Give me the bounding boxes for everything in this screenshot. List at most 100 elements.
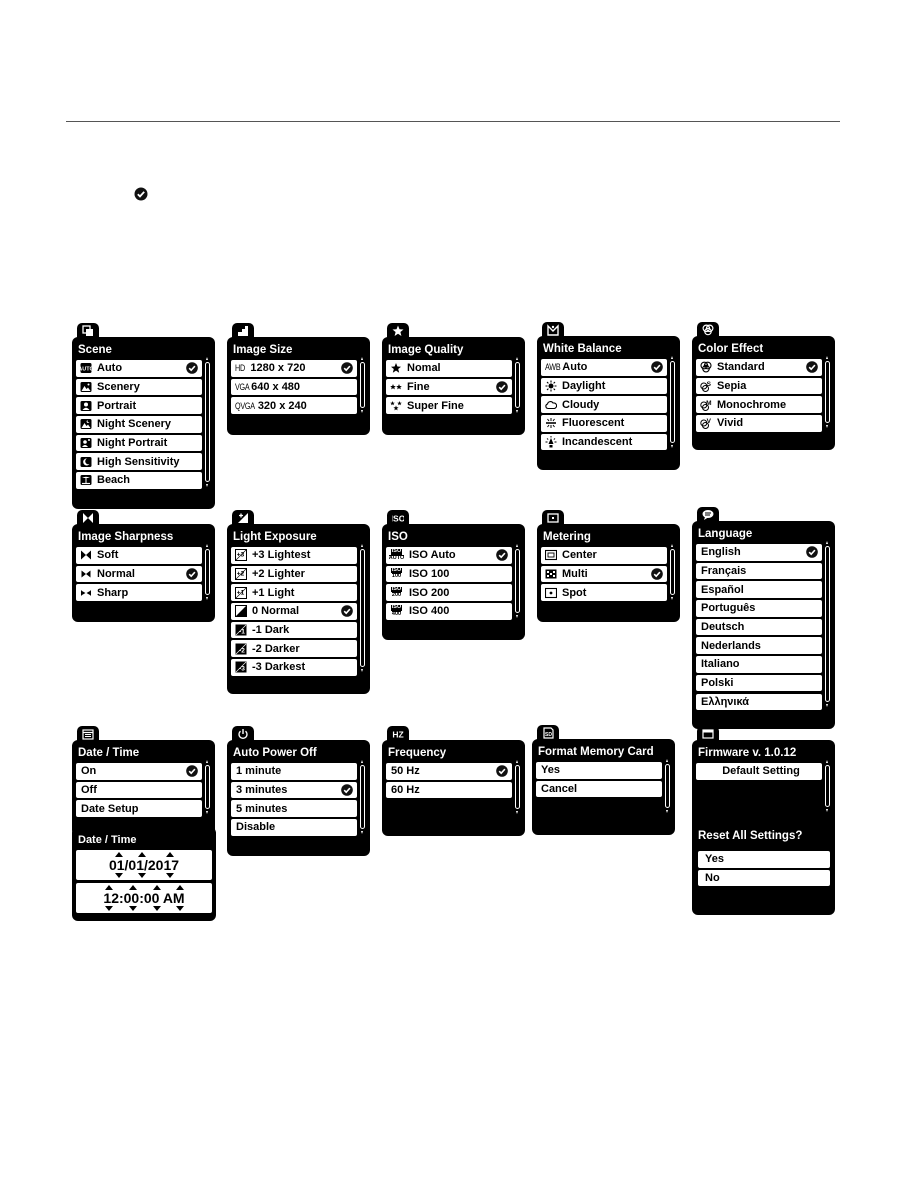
- scroll-up-arrow[interactable]: [516, 544, 518, 547]
- decrement-arrow[interactable]: [176, 906, 184, 911]
- menu-item[interactable]: Ελληνικά: [696, 693, 822, 710]
- menu-item[interactable]: +3 +3 Lightest: [231, 547, 357, 564]
- menu-item[interactable]: 1 minute: [231, 763, 357, 780]
- menu-item[interactable]: -3 -3 Darkest: [231, 659, 357, 676]
- scroll-down-arrow[interactable]: [206, 484, 208, 487]
- scroll-up-arrow[interactable]: [671, 356, 673, 359]
- scroll-down-arrow[interactable]: [516, 615, 518, 618]
- date-field[interactable]: 01/01/2017: [76, 850, 212, 880]
- menu-item[interactable]: Deutsch: [696, 618, 822, 636]
- menu-item[interactable]: English: [696, 544, 822, 561]
- scrollbar[interactable]: [360, 357, 365, 413]
- scroll-up-arrow[interactable]: [206, 357, 208, 360]
- scroll-up-arrow[interactable]: [516, 357, 518, 360]
- scroll-down-arrow[interactable]: [826, 425, 828, 428]
- menu-item[interactable]: Yes: [698, 851, 830, 868]
- menu-item[interactable]: Off: [76, 781, 202, 799]
- menu-item[interactable]: VGA 640 x 480: [231, 378, 357, 396]
- decrement-arrow[interactable]: [166, 873, 174, 878]
- time-field[interactable]: 12:00:00 AM: [76, 883, 212, 913]
- menu-item[interactable]: Italiano: [696, 656, 822, 673]
- menu-item[interactable]: Soft: [76, 547, 202, 564]
- scroll-up-arrow[interactable]: [516, 760, 518, 763]
- menu-item[interactable]: Center: [541, 547, 667, 564]
- scroll-down-arrow[interactable]: [516, 811, 518, 814]
- menu-item[interactable]: M Monochrome: [696, 396, 822, 413]
- scrollbar[interactable]: [825, 541, 830, 707]
- menu-item[interactable]: Cloudy: [541, 396, 667, 413]
- scrollbar[interactable]: [205, 544, 210, 600]
- menu-item[interactable]: HD 1280 x 720: [231, 360, 357, 377]
- menu-item[interactable]: Default Setting: [696, 763, 822, 780]
- scrollbar[interactable]: [670, 356, 675, 448]
- decrement-arrow[interactable]: [105, 906, 113, 911]
- scroll-down-arrow[interactable]: [516, 410, 518, 413]
- menu-item[interactable]: Português: [696, 600, 822, 617]
- scroll-down-arrow[interactable]: [826, 704, 828, 707]
- menu-item[interactable]: Portrait: [76, 397, 202, 414]
- menu-item[interactable]: AWB Auto: [541, 359, 667, 376]
- increment-arrow[interactable]: [138, 852, 146, 857]
- menu-item[interactable]: Sharp: [76, 584, 202, 601]
- scroll-up-arrow[interactable]: [666, 759, 668, 762]
- menu-item[interactable]: +1 +1 Light: [231, 584, 357, 601]
- scroll-up-arrow[interactable]: [826, 356, 828, 359]
- scroll-down-arrow[interactable]: [671, 597, 673, 600]
- scroll-down-arrow[interactable]: [671, 445, 673, 448]
- scrollbar[interactable]: [665, 759, 670, 813]
- menu-item[interactable]: Normal: [76, 565, 202, 583]
- menu-item[interactable]: Night Scenery: [76, 416, 202, 433]
- scrollbar[interactable]: [670, 544, 675, 600]
- scroll-down-arrow[interactable]: [361, 831, 363, 834]
- menu-item[interactable]: Multi: [541, 565, 667, 583]
- scroll-down-arrow[interactable]: [361, 669, 363, 672]
- scrollbar[interactable]: [360, 760, 365, 834]
- scrollbar[interactable]: [205, 357, 210, 487]
- scroll-up-arrow[interactable]: [206, 760, 208, 763]
- menu-item[interactable]: Spot: [541, 584, 667, 601]
- menu-item[interactable]: 5 minutes: [231, 800, 357, 817]
- menu-item[interactable]: On: [76, 763, 202, 780]
- increment-arrow[interactable]: [153, 885, 161, 890]
- menu-item[interactable]: Nederlands: [696, 637, 822, 654]
- menu-item[interactable]: ISO 400 ISO 400: [386, 603, 512, 620]
- menu-item[interactable]: No: [698, 869, 830, 887]
- increment-arrow[interactable]: [115, 852, 123, 857]
- menu-item[interactable]: Daylight: [541, 377, 667, 395]
- menu-item[interactable]: Cancel: [536, 780, 662, 798]
- menu-item[interactable]: Disable: [231, 819, 357, 836]
- menu-item[interactable]: ISO AUTO ISO Auto: [386, 547, 512, 564]
- scroll-down-arrow[interactable]: [206, 597, 208, 600]
- menu-item[interactable]: Beach: [76, 472, 202, 489]
- menu-item[interactable]: -2 -2 Darker: [231, 640, 357, 657]
- decrement-arrow[interactable]: [153, 906, 161, 911]
- scrollbar[interactable]: [515, 760, 520, 814]
- menu-item[interactable]: Fine: [386, 378, 512, 396]
- menu-item[interactable]: Polski: [696, 674, 822, 692]
- menu-item[interactable]: V Vivid: [696, 415, 822, 432]
- menu-item[interactable]: QVGA 320 x 240: [231, 397, 357, 414]
- decrement-arrow[interactable]: [138, 873, 146, 878]
- decrement-arrow[interactable]: [129, 906, 137, 911]
- menu-item[interactable]: 3 minutes: [231, 781, 357, 799]
- menu-item[interactable]: Super Fine: [386, 397, 512, 414]
- scroll-up-arrow[interactable]: [361, 544, 363, 547]
- scrollbar[interactable]: [825, 760, 830, 812]
- menu-item[interactable]: Fluorescent: [541, 415, 667, 432]
- scroll-up-arrow[interactable]: [826, 541, 828, 544]
- scrollbar[interactable]: [515, 357, 520, 413]
- scroll-down-arrow[interactable]: [361, 410, 363, 413]
- menu-item[interactable]: Español: [696, 581, 822, 598]
- menu-item[interactable]: ISO 100 ISO 100: [386, 565, 512, 583]
- increment-arrow[interactable]: [176, 885, 184, 890]
- increment-arrow[interactable]: [105, 885, 113, 890]
- menu-item[interactable]: ISO 200 ISO 200: [386, 584, 512, 601]
- menu-item[interactable]: Scenery: [76, 378, 202, 396]
- scroll-down-arrow[interactable]: [826, 809, 828, 812]
- menu-item[interactable]: 0 Normal: [231, 603, 357, 620]
- menu-item[interactable]: Yes: [536, 762, 662, 779]
- menu-item[interactable]: Standard: [696, 359, 822, 376]
- scroll-up-arrow[interactable]: [671, 544, 673, 547]
- scrollbar[interactable]: [515, 544, 520, 618]
- scrollbar[interactable]: [205, 760, 210, 814]
